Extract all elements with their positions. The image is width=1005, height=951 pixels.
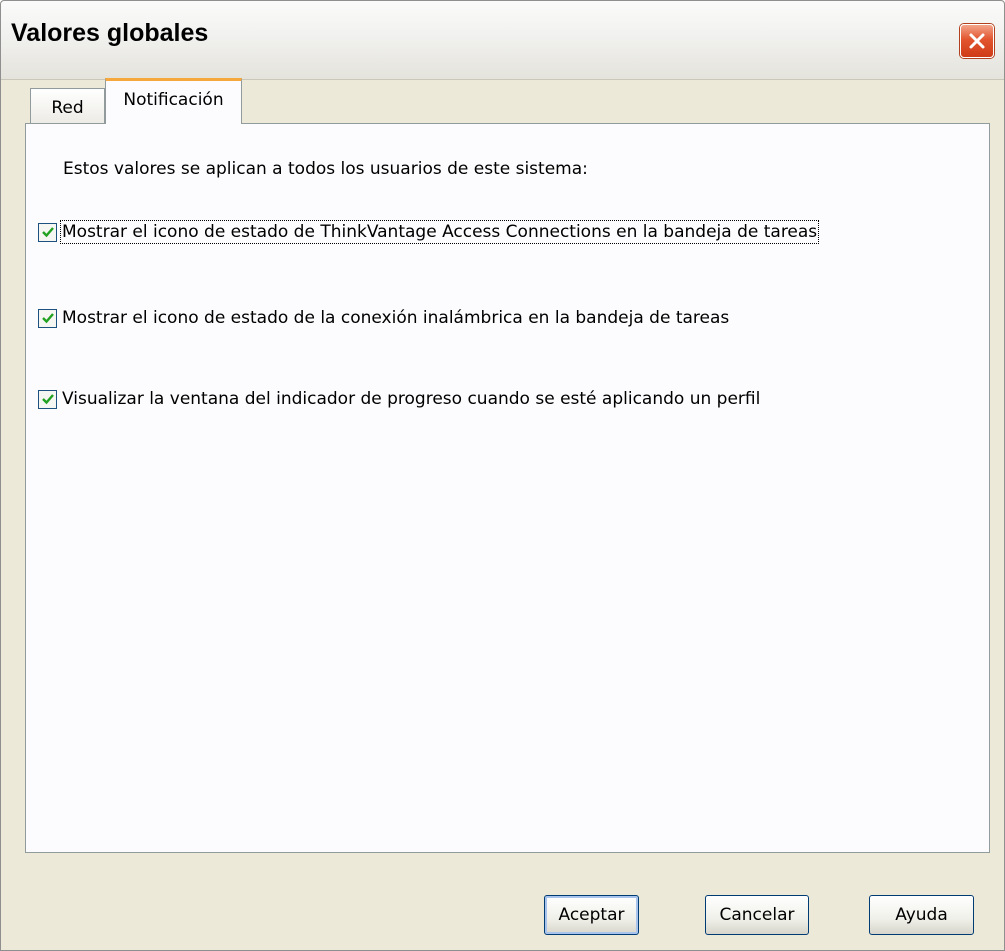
checkbox-show-status-icon[interactable]: Mostrar el icono de estado de ThinkVanta… (38, 220, 820, 244)
intro-text: Estos valores se aplican a todos los usu… (63, 159, 588, 179)
help-button-label: Ayuda (895, 905, 948, 925)
close-icon (967, 31, 987, 51)
tab-red-label: Red (51, 97, 84, 118)
check-icon (41, 227, 54, 238)
checkbox-box[interactable] (38, 222, 57, 242)
accept-button[interactable]: Aceptar (544, 895, 639, 935)
cancel-button[interactable]: Cancelar (705, 895, 809, 935)
tab-red[interactable]: Red (30, 88, 105, 124)
tab-notificacion[interactable]: Notificación (105, 78, 242, 124)
checkbox-label: Mostrar el icono de estado de ThinkVanta… (59, 220, 820, 244)
checkbox-label: Visualizar la ventana del indicador de p… (62, 389, 761, 409)
close-button[interactable] (960, 24, 994, 58)
checkbox-show-wireless-icon[interactable]: Mostrar el icono de estado de la conexió… (38, 308, 729, 328)
checkbox-label: Mostrar el icono de estado de la conexió… (62, 308, 730, 328)
checkbox-box[interactable] (38, 389, 57, 409)
help-button[interactable]: Ayuda (869, 895, 974, 935)
accept-button-label: Aceptar (558, 905, 625, 925)
checkbox-show-progress-window[interactable]: Visualizar la ventana del indicador de p… (38, 389, 760, 409)
check-icon (41, 313, 54, 324)
checkbox-box[interactable] (38, 308, 57, 328)
check-icon (41, 394, 54, 405)
tab-notificacion-label: Notificación (123, 90, 224, 110)
window-title: Valores globales (11, 19, 209, 47)
title-bar[interactable]: Valores globales (1, 1, 1004, 80)
cancel-button-label: Cancelar (719, 905, 795, 925)
